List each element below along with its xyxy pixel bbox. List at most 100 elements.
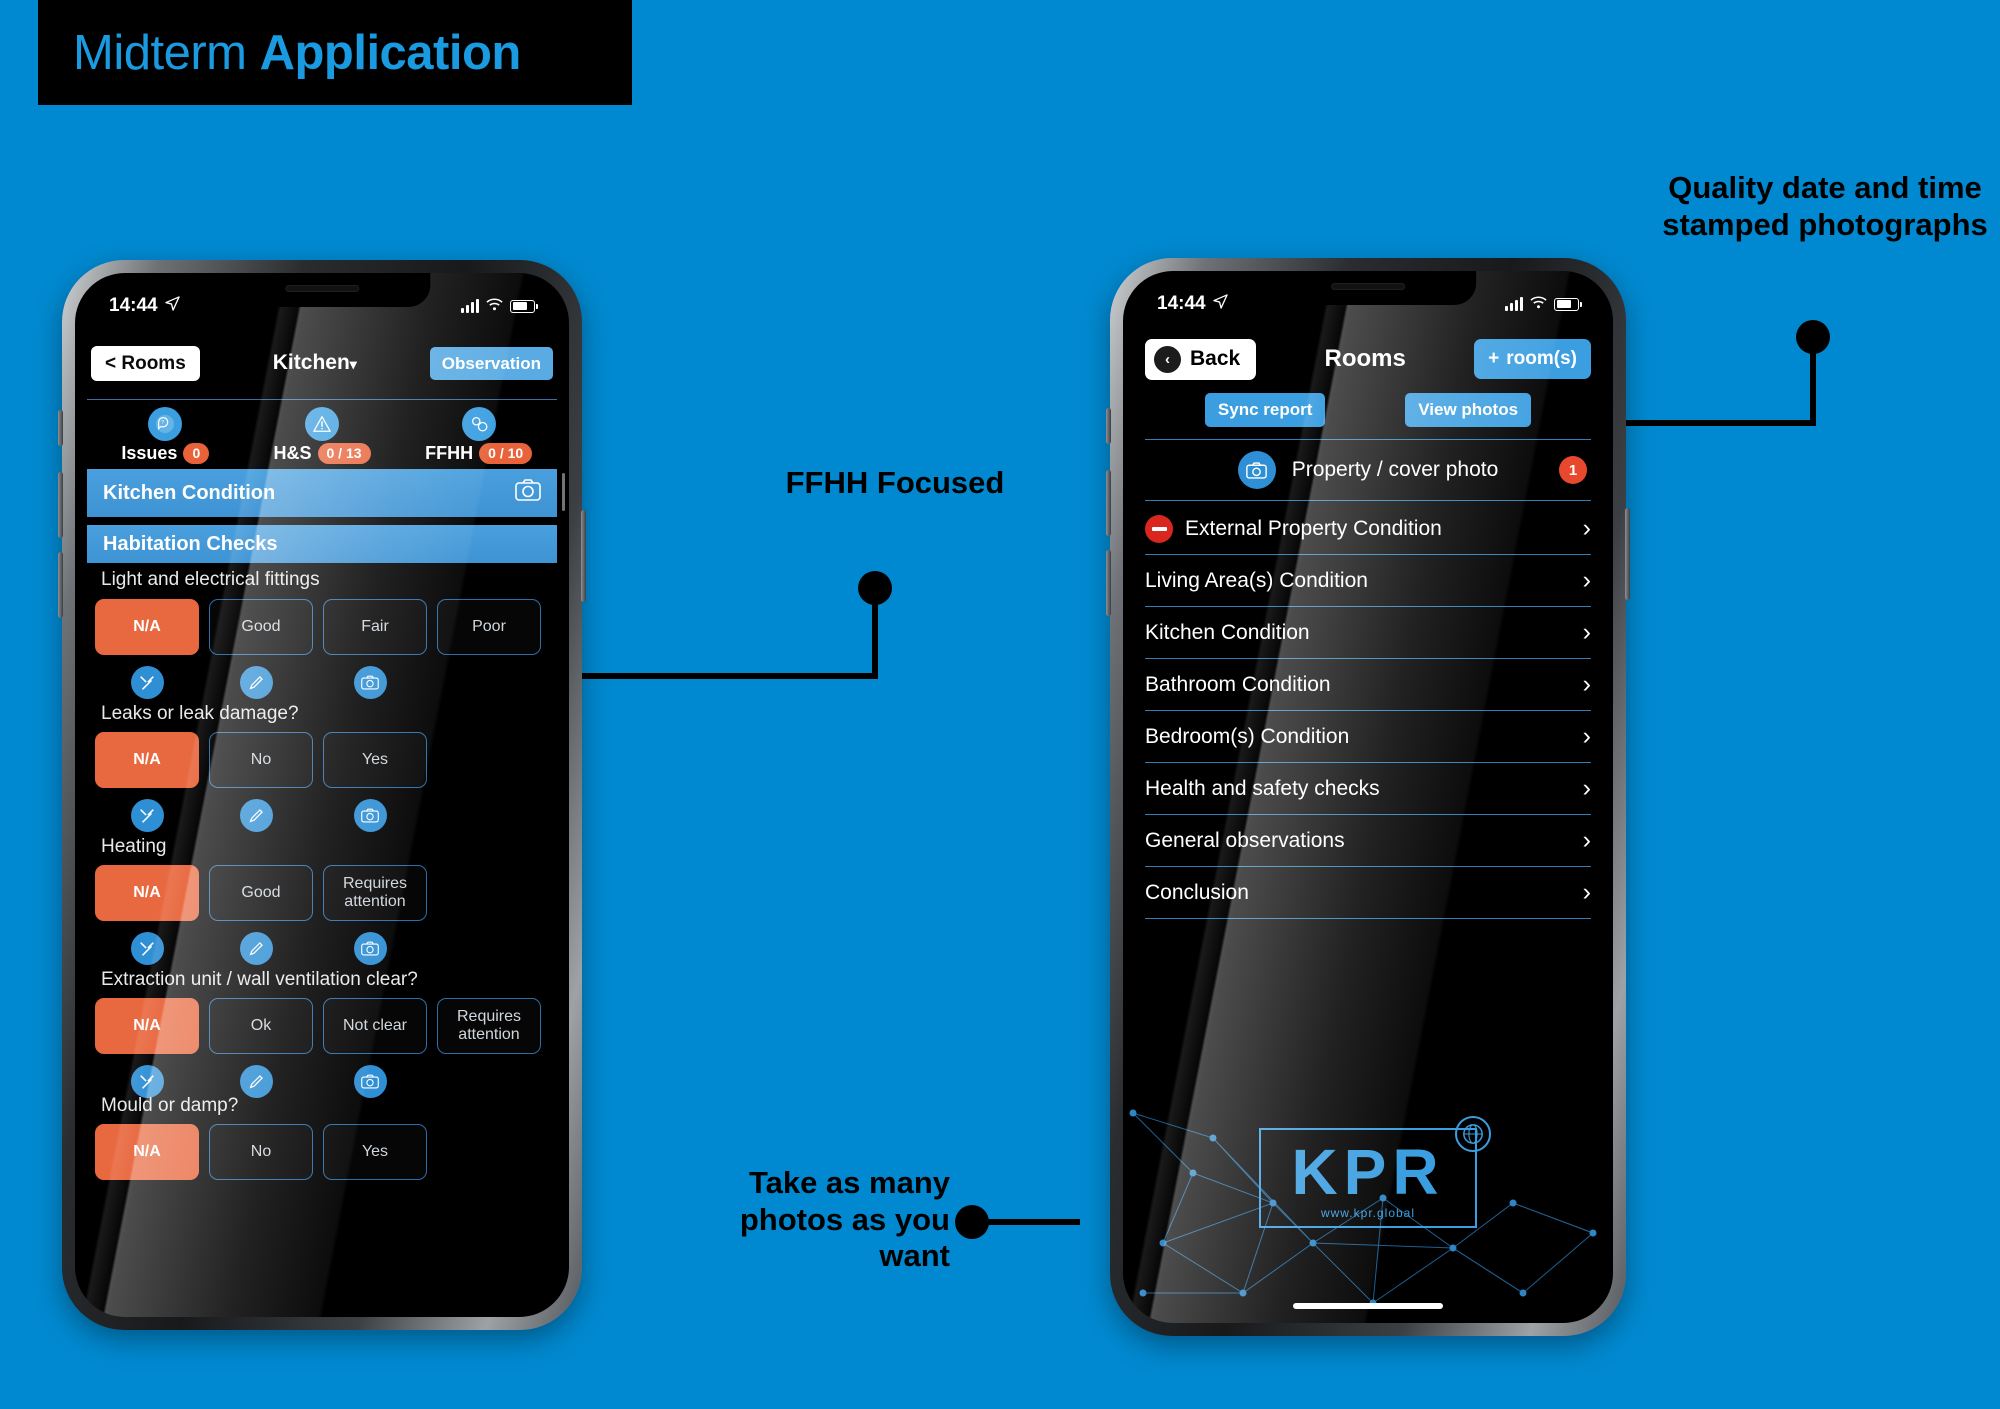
annotation-ffhh: FFHH Focused bbox=[785, 465, 1005, 500]
left-nav-title[interactable]: Kitchen▾ bbox=[208, 351, 422, 375]
section-habitation-checks[interactable]: Habitation Checks bbox=[87, 525, 557, 563]
option-5-0[interactable]: N/A bbox=[95, 1124, 199, 1180]
option-3-0[interactable]: N/A bbox=[95, 865, 199, 921]
option-2-1[interactable]: No bbox=[209, 732, 313, 788]
left-phone-volume-down[interactable] bbox=[58, 552, 63, 618]
tab-hs[interactable]: H&S 0 / 13 bbox=[244, 406, 401, 465]
option-5-2[interactable]: Yes bbox=[323, 1124, 427, 1180]
option-4-3[interactable]: Requires attention bbox=[437, 998, 541, 1054]
view-photos-button[interactable]: View photos bbox=[1405, 393, 1532, 427]
pencil-icon[interactable] bbox=[239, 666, 273, 699]
earpiece-speaker bbox=[1331, 283, 1405, 290]
room-label: General observations bbox=[1145, 828, 1345, 852]
tab-ffhh-label-group: FFHH 0 / 10 bbox=[425, 442, 533, 465]
property-cover-photo-row[interactable]: Property / cover photo 1 bbox=[1145, 439, 1591, 501]
right-phone-power[interactable] bbox=[1625, 508, 1630, 600]
option-3-2[interactable]: Requires attention bbox=[323, 865, 427, 921]
option-1-1[interactable]: Good bbox=[209, 599, 313, 655]
cover-photo-count-badge: 1 bbox=[1559, 456, 1587, 484]
section-kitchen-condition-label: Kitchen Condition bbox=[103, 481, 276, 504]
room-row-living[interactable]: Living Area(s) Condition › bbox=[1145, 555, 1591, 607]
tab-hs-label: H&S bbox=[273, 443, 312, 463]
back-button[interactable]: ‹ Back bbox=[1145, 338, 1257, 380]
question-label-2: Leaks or leak damage? bbox=[101, 703, 299, 724]
issues-icon: ? bbox=[148, 406, 183, 441]
room-row-general-observations[interactable]: General observations › bbox=[1145, 815, 1591, 867]
option-4-0[interactable]: N/A bbox=[95, 998, 199, 1054]
right-phone-device: 14:44 ‹ Back Rooms + room(s) Sync report… bbox=[1106, 258, 1630, 1336]
content-scrollbar[interactable] bbox=[562, 473, 565, 511]
room-row-external[interactable]: External Property Condition › bbox=[1145, 503, 1591, 555]
chevron-right-icon: › bbox=[1582, 566, 1591, 594]
annotation-leader-ffhh-h bbox=[578, 673, 874, 679]
option-4-2[interactable]: Not clear bbox=[323, 998, 427, 1054]
room-label: Bathroom Condition bbox=[1145, 672, 1331, 696]
title-banner: Midterm Application bbox=[38, 0, 632, 105]
annotation-quality-photos: Quality date and time stamped photograph… bbox=[1662, 170, 1988, 242]
add-room-button[interactable]: + room(s) bbox=[1474, 339, 1591, 379]
tab-issues-label-group: Issues 0 bbox=[121, 442, 210, 465]
camera-icon[interactable] bbox=[353, 1065, 387, 1098]
question-label-1: Light and electrical fittings bbox=[101, 569, 320, 590]
option-4-1[interactable]: Ok bbox=[209, 998, 313, 1054]
room-label: Bedroom(s) Condition bbox=[1145, 724, 1350, 748]
tools-icon[interactable] bbox=[130, 666, 164, 699]
question-icons-4 bbox=[95, 1065, 515, 1098]
pencil-icon[interactable] bbox=[239, 932, 273, 965]
question-options-2: N/A No Yes bbox=[95, 732, 427, 788]
camera-icon[interactable] bbox=[515, 479, 541, 507]
nav-title-label: Kitchen bbox=[272, 351, 350, 374]
option-1-3[interactable]: Poor bbox=[437, 599, 541, 655]
room-label: External Property Condition bbox=[1185, 516, 1442, 540]
title-light: Midterm bbox=[73, 25, 260, 80]
camera-icon[interactable] bbox=[353, 932, 387, 965]
annotation-many-photos: Take as many photos as you want bbox=[739, 1165, 950, 1274]
question-label-3: Heating bbox=[101, 836, 167, 857]
right-phone-volume-down[interactable] bbox=[1106, 550, 1111, 616]
camera-icon[interactable] bbox=[353, 666, 387, 699]
earpiece-speaker bbox=[284, 285, 359, 292]
tools-icon[interactable] bbox=[130, 1065, 164, 1098]
left-phone-volume-up[interactable] bbox=[58, 472, 63, 538]
option-1-2[interactable]: Fair bbox=[323, 599, 427, 655]
room-row-conclusion[interactable]: Conclusion › bbox=[1145, 867, 1591, 919]
left-phone-power[interactable] bbox=[581, 510, 586, 602]
option-1-0[interactable]: N/A bbox=[95, 599, 199, 655]
option-5-1[interactable]: No bbox=[209, 1124, 313, 1180]
chevron-right-icon: › bbox=[1582, 722, 1591, 750]
room-row-health-safety[interactable]: Health and safety checks › bbox=[1145, 763, 1591, 815]
tab-issues[interactable]: ? Issues 0 bbox=[87, 406, 244, 465]
option-2-0[interactable]: N/A bbox=[95, 732, 199, 788]
option-3-1[interactable]: Good bbox=[209, 865, 313, 921]
camera-icon[interactable] bbox=[353, 799, 387, 832]
rooms-page-title: Rooms bbox=[1324, 345, 1406, 372]
left-phone-mute-switch[interactable] bbox=[58, 410, 63, 446]
room-row-kitchen[interactable]: Kitchen Condition › bbox=[1145, 607, 1591, 659]
room-row-bathroom[interactable]: Bathroom Condition › bbox=[1145, 659, 1591, 711]
chevron-right-icon: › bbox=[1582, 670, 1591, 698]
sync-report-button[interactable]: Sync report bbox=[1204, 393, 1326, 427]
chevron-down-icon: ▾ bbox=[349, 356, 357, 372]
room-row-bedroom[interactable]: Bedroom(s) Condition › bbox=[1145, 711, 1591, 763]
section-kitchen-condition[interactable]: Kitchen Condition bbox=[87, 469, 557, 517]
right-phone-volume-up[interactable] bbox=[1106, 470, 1111, 536]
pencil-icon[interactable] bbox=[239, 1065, 273, 1098]
tools-icon[interactable] bbox=[130, 799, 164, 832]
chevron-left-icon: ‹ bbox=[1154, 345, 1181, 373]
pencil-icon[interactable] bbox=[239, 799, 273, 832]
tools-icon[interactable] bbox=[130, 932, 164, 965]
tab-ffhh[interactable]: FFHH 0 / 10 bbox=[400, 406, 557, 465]
right-app-content: ‹ Back Rooms + room(s) Sync report View … bbox=[1123, 271, 1613, 1323]
home-indicator[interactable] bbox=[1293, 1303, 1443, 1309]
question-options-3: N/A Good Requires attention bbox=[95, 865, 427, 921]
right-phone-mute-switch[interactable] bbox=[1106, 408, 1111, 444]
page-title: Midterm Application bbox=[73, 25, 521, 81]
signal-bars-icon bbox=[1505, 297, 1523, 311]
annotation-leader-quality-v bbox=[1810, 336, 1816, 426]
observation-button[interactable]: Observation bbox=[429, 346, 553, 380]
option-2-2[interactable]: Yes bbox=[323, 732, 427, 788]
tab-hs-badge: 0 / 13 bbox=[317, 442, 371, 465]
kpr-logo: KPR www.kpr.global bbox=[1123, 1116, 1613, 1228]
rooms-back-button[interactable]: < Rooms bbox=[91, 345, 200, 381]
status-time: 14:44 bbox=[109, 295, 158, 316]
